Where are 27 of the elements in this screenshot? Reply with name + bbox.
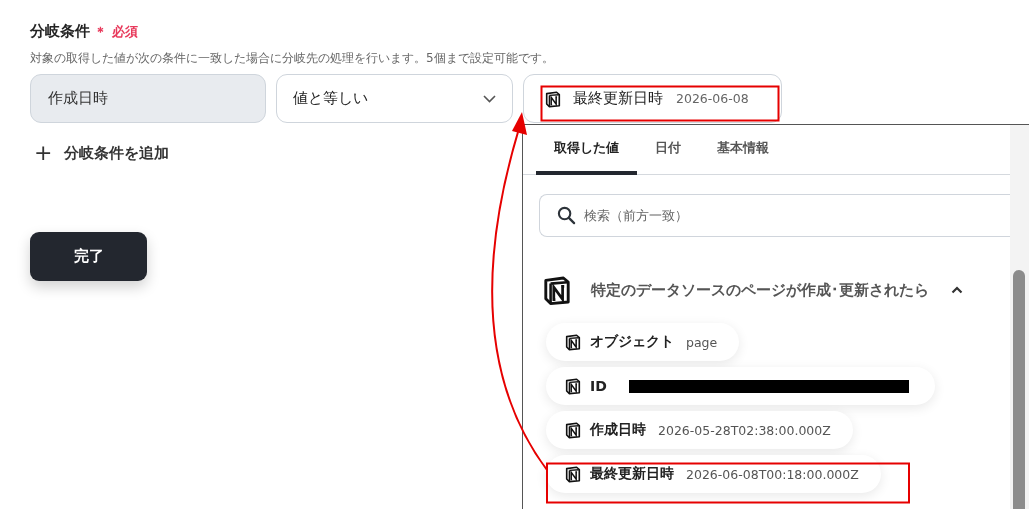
tab[interactable]: 日付 [637,125,699,175]
operator-select[interactable]: 値と等しい [276,74,513,123]
add-condition-button[interactable]: + 分岐条件を追加 [34,142,170,164]
notion-icon [541,274,573,306]
list-item[interactable]: オブジェクト page [546,323,740,361]
field-select[interactable]: 作成日時 [30,74,266,123]
required-label: ＊ 必須 [94,23,138,41]
tab[interactable]: 取得した値 [536,125,637,175]
notion-icon [564,465,582,483]
list-item[interactable]: ID [546,367,935,405]
notion-icon [544,89,562,108]
notion-icon [564,333,582,351]
list-item[interactable]: 最終更新日時 2026-06-08T00:18:00.000Z [546,455,881,493]
done-button[interactable]: 完了 [30,232,147,281]
tab[interactable]: 基本情報 [699,125,787,175]
description-text: 対象の取得した値が次の条件に一致した場合に分岐先の処理を行います。5個まで設定可能です。 [30,50,555,67]
caret-icon [951,286,963,294]
notion-icon [564,377,582,395]
list-item[interactable]: 作成日時 2026-05-28T02:38:00.000Z [546,411,853,449]
search-icon [557,206,576,225]
chevron-down-icon [483,94,496,103]
value-field[interactable]: 最終更新日時 2026-06-08 [523,74,782,123]
search-field[interactable]: 検索（前方一致） [539,194,1010,237]
scrollbar[interactable] [1010,125,1029,509]
section-title: 特定のデータソースのページが作成･更新されたら [591,280,929,300]
field-label: 分岐条件 [30,22,90,41]
notion-icon [564,421,582,439]
